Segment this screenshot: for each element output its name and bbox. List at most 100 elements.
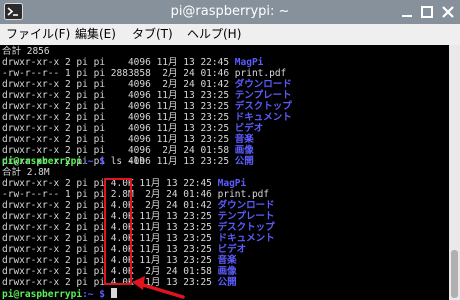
file-group: pi [93,123,106,134]
file-permissions: drwxr-xr-x [2,79,60,90]
file-day: 24 [166,189,178,200]
file-time: 22:45 [183,178,212,189]
file-name: 公開 [217,277,237,288]
file-permissions: drwxr-xr-x [2,211,60,222]
file-month: 2月 [156,79,178,90]
file-owner: pi [76,57,88,68]
file-month: 2月 [156,68,178,79]
terminal-area[interactable]: 合計 2856 drwxr-xr-x 2 pi pi 4096 11月 13 2… [0,45,449,300]
file-group: pi [93,68,106,79]
file-group: pi [93,57,106,68]
window-title: pi@raspberrypi: ~ [170,4,290,19]
file-name: ダウンロード [234,79,292,90]
file-day: 13 [166,211,178,222]
file-day: 13 [166,255,178,266]
file-permissions: drwxr-xr-x [2,90,60,101]
file-permissions: drwxr-xr-x [2,255,60,266]
file-size: 4096 [110,112,151,123]
file-size: 4096 [110,145,151,156]
file-owner: pi [76,255,88,266]
listing-row: drwxr-xr-x 2 pi pi 4.0K 11月 13 23:25 テンプ… [2,211,274,222]
file-group: pi [93,134,106,145]
file-time: 01:46 [200,68,230,79]
file-permissions: drwxr-xr-x [2,57,60,68]
listing-row: drwxr-xr-x 2 pi pi 4096 11月 13 22:45 Mag… [2,57,263,68]
menu-help[interactable]: ヘルプ(H) [187,24,241,45]
close-icon[interactable] [440,4,456,20]
listing-row: drwxr-xr-x 2 pi pi 4096 11月 13 23:25 音楽 [2,134,254,145]
file-time: 01:42 [183,200,212,211]
file-month: 11月 [139,255,161,266]
file-month: 2月 [156,145,178,156]
listing-row: -rw-r--r-- 1 pi pi 2883858 2月 24 01:46 p… [2,68,286,79]
file-name: ドキュメント [234,112,292,123]
menu-edit[interactable]: 編集(E) [75,24,116,45]
file-owner: pi [76,79,88,90]
file-month: 11月 [156,123,178,134]
file-month: 11月 [139,244,161,255]
file-day: 13 [183,90,195,101]
file-size: 4096 [110,79,151,90]
final-prompt-path: :~ $ [82,289,105,300]
minimize-icon[interactable] [399,4,415,20]
file-name: テンプレート [217,211,275,222]
file-group: pi [93,145,106,156]
file-day: 13 [183,57,195,68]
file-day: 13 [183,134,195,145]
text-cursor [110,288,117,298]
file-month: 11月 [156,101,178,112]
file-permissions: drwxr-xr-x [2,134,60,145]
file-time: 01:46 [183,189,212,200]
file-group: pi [93,90,106,101]
file-day: 13 [166,244,178,255]
prompt-user-host: pi@raspberrypi [2,156,83,167]
file-month: 11月 [156,134,178,145]
command-text: ls -lh [104,156,146,167]
listing-row: drwxr-xr-x 2 pi pi 4096 11月 13 23:25 デスク… [2,101,292,112]
file-month: 11月 [139,222,161,233]
file-permissions: drwxr-xr-x [2,277,60,288]
menu-file[interactable]: ファイル(F) [6,24,70,45]
file-day: 13 [183,112,195,123]
menu-tab[interactable]: タブ(T) [132,24,173,45]
file-day: 24 [183,68,195,79]
file-permissions: drwxr-xr-x [2,222,60,233]
file-time: 23:25 [183,211,212,222]
file-owner: pi [76,112,88,123]
file-group: pi [93,112,106,123]
file-time: 23:25 [200,156,230,167]
file-owner: pi [76,189,88,200]
file-name: 画像 [234,145,254,156]
file-permissions: -rw-r--r-- [2,189,60,200]
file-owner: pi [76,266,88,277]
file-name: デスクトップ [217,222,275,233]
maximize-icon[interactable] [419,4,435,20]
vertical-scrollbar[interactable] [449,45,460,300]
file-owner: pi [76,211,88,222]
listing-row: -rw-r--r-- 1 pi pi 2.8M 2月 24 01:46 prin… [2,189,269,200]
menu-bar: ファイル(F) 編集(E) タブ(T) ヘルプ(H) [0,24,460,45]
file-month: 2月 [139,189,161,200]
file-time: 23:25 [183,222,212,233]
scrollbar-thumb[interactable] [451,250,458,298]
file-permissions: drwxr-xr-x [2,112,60,123]
file-month: 11月 [139,233,161,244]
file-name: 公開 [234,156,254,167]
listing-row: drwxr-xr-x 2 pi pi 4.0K 2月 24 01:42 ダウンロ… [2,200,275,211]
file-time: 23:25 [183,244,212,255]
file-month: 11月 [139,178,161,189]
file-month: 11月 [156,90,178,101]
file-size: 2883858 [110,68,151,79]
final-prompt-line: pi@raspberrypi:~ $ [2,288,117,300]
file-size: 4096 [110,101,151,112]
file-time: 23:25 [200,101,230,112]
file-size: 4096 [110,90,151,101]
file-day: 13 [166,222,178,233]
file-time: 23:25 [200,90,230,101]
file-name: 音楽 [217,255,237,266]
file-owner: pi [76,90,88,101]
listing2-total: 合計 2.8M [2,167,50,178]
file-time: 23:25 [183,255,212,266]
file-month: 11月 [156,156,178,167]
listing-row: drwxr-xr-x 2 pi pi 4096 11月 13 23:25 ドキュ… [2,112,292,123]
